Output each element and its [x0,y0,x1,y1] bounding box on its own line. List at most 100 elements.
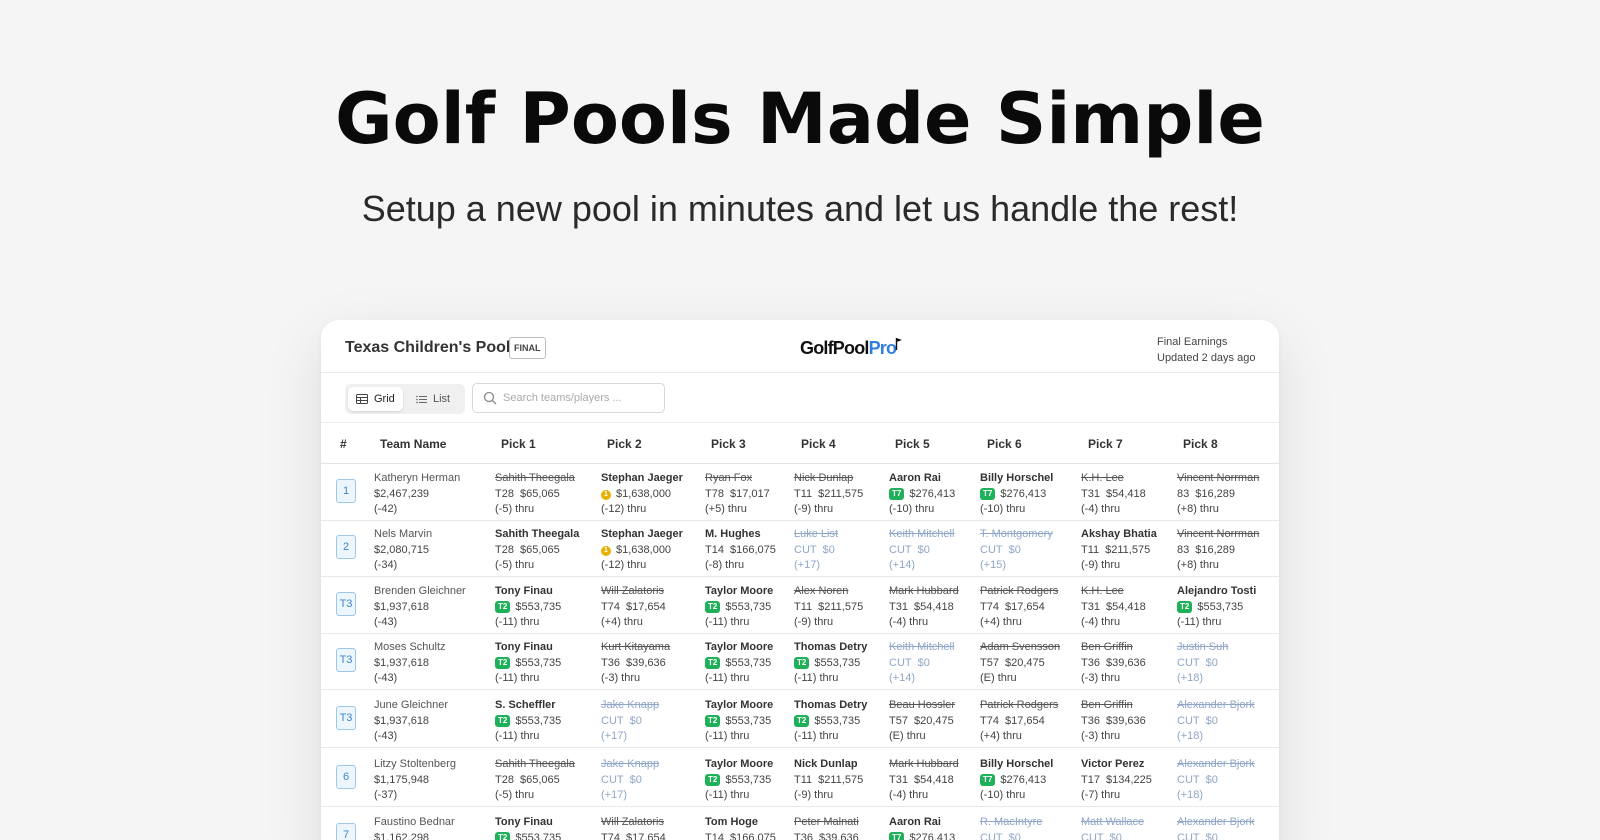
pick-cell[interactable]: Will Zalatoris T74 $17,654 [601,815,666,840]
pick-cell[interactable]: Aaron Rai T7 $276,413 [889,815,955,840]
pick-cell[interactable]: Ryan Fox T78 $17,017 (+5) thru [705,471,770,518]
pick-cell[interactable]: Stephan Jaeger 1 $1,638,000 (-12) thru [601,471,683,518]
pick-cell[interactable]: Alejandro Tosti T2 $553,735 (-11) thru [1177,584,1256,631]
pick-cell[interactable]: Alexander Bjork CUT $0 (+18) [1177,757,1255,804]
player-position: T28 [495,773,514,786]
player-position: CUT [794,543,817,556]
player-name: Beau Hossler [889,699,956,711]
col-pick-4[interactable]: Pick 4 [801,437,836,451]
pick-cell[interactable]: Justin Suh CUT $0 (+18) [1177,640,1228,687]
pick-cell[interactable]: Tom Hoge T14 $166,075 [705,815,776,840]
search-input[interactable] [503,388,658,408]
col-pick-7[interactable]: Pick 7 [1088,437,1123,451]
rank-badge: 7 [336,823,356,840]
team-cell[interactable]: Katheryn Herman $2,467,239 (-42) [374,471,460,518]
pick-cell[interactable]: Adam Svensson T57 $20,475 (E) thru [980,640,1060,687]
pick-cell[interactable]: Tony Finau T2 $553,735 (-11) thru [495,640,561,687]
pick-cell[interactable]: Keith Mitchell CUT $0 (+14) [889,527,954,574]
pick-cell[interactable]: Sahith Theegala T28 $65,065 (-5) thru [495,757,575,804]
pick-cell[interactable]: Kurt Kitayama T36 $39,636 (-3) thru [601,640,670,687]
player-name: Mark Hubbard [889,585,959,597]
pick-cell[interactable]: S. Scheffler T2 $553,735 (-11) thru [495,698,561,745]
grid-view-button[interactable]: Grid [348,387,403,411]
grid-label: Grid [374,393,395,405]
list-view-button[interactable]: List [408,387,458,411]
player-name: Mark Hubbard [889,758,959,770]
team-cell[interactable]: Faustino Bednar $1,162,298 [374,815,455,840]
pick-cell[interactable]: Ben Griffin T36 $39,636 (-3) thru [1081,640,1146,687]
pick-cell[interactable]: T. Montgomery CUT $0 (+15) [980,527,1053,574]
player-money: $553,735 [814,656,861,669]
player-money: $54,418 [913,773,954,786]
player-result: CUT $0 [1177,773,1255,789]
pick-cell[interactable]: Jake Knapp CUT $0 (+17) [601,757,659,804]
table-row[interactable]: 1 Katheryn Herman $2,467,239 (-42) Sahith Th… [321,464,1279,521]
pick-cell[interactable]: Victor Perez T17 $134,225 (-7) thru [1081,757,1152,804]
team-cell[interactable]: Litzy Stoltenberg $1,175,948 (-37) [374,757,456,804]
col-pick-6[interactable]: Pick 6 [987,437,1022,451]
pick-cell[interactable]: Sahith Theegala T28 $65,065 (-5) thru [495,471,575,518]
pick-cell[interactable]: Stephan Jaeger 1 $1,638,000 (-12) thru [601,527,683,574]
pick-cell[interactable]: Akshay Bhatia T11 $211,575 (-9) thru [1081,527,1157,574]
pick-cell[interactable]: Thomas Detry T2 $553,735 (-11) thru [794,640,867,687]
team-cell[interactable]: June Gleichner $1,937,618 (-43) [374,698,448,745]
pick-cell[interactable]: M. Hughes T14 $166,075 (-8) thru [705,527,776,574]
pick-cell[interactable]: Taylor Moore T2 $553,735 (-11) thru [705,640,773,687]
golfpoolpro-logo[interactable]: GolfPoolPro [800,338,903,359]
team-cell[interactable]: Brenden Gleichner $1,937,618 (-43) [374,584,466,631]
pick-cell[interactable]: Tony Finau T2 $553,735 [495,815,561,840]
pick-cell[interactable]: Taylor Moore T2 $553,735 (-11) thru [705,584,773,631]
col-pick-2[interactable]: Pick 2 [607,437,642,451]
pick-cell[interactable]: K.H. Lee T31 $54,418 (-4) thru [1081,471,1146,518]
table-row[interactable]: 6 Litzy Stoltenberg $1,175,948 (-37) Sahith … [321,750,1279,807]
pick-cell[interactable]: Nick Dunlap T11 $211,575 (-9) thru [794,471,863,518]
pick-cell[interactable]: Patrick Rodgers T74 $17,654 (+4) thru [980,584,1058,631]
pick-cell[interactable]: Beau Hossler T57 $20,475 (E) thru [889,698,955,745]
pick-cell[interactable]: Keith Mitchell CUT $0 (+14) [889,640,954,687]
pick-cell[interactable]: Vincent Norrman 83 $16,289 (+8) thru [1177,527,1259,574]
pick-cell[interactable]: Matt Wallace CUT $0 [1081,815,1144,840]
pick-cell[interactable]: Alex Noren T11 $211,575 (-9) thru [794,584,863,631]
player-name: Taylor Moore [705,758,774,770]
pick-cell[interactable]: Vincent Norrman 83 $16,289 (+8) thru [1177,471,1259,518]
pick-cell[interactable]: Aaron Rai T7 $276,413 (-10) thru [889,471,955,518]
pick-cell[interactable]: Taylor Moore T2 $553,735 (-11) thru [705,757,773,804]
col-pick-8[interactable]: Pick 8 [1183,437,1218,451]
team-name: Brenden Gleichner [374,585,466,597]
pick-cell[interactable]: Mark Hubbard T31 $54,418 (-4) thru [889,757,959,804]
pick-cell[interactable]: Alexander Bjork CUT $0 [1177,815,1255,840]
pick-cell[interactable]: Tony Finau T2 $553,735 (-11) thru [495,584,561,631]
pick-cell[interactable]: Peter Malnati T36 $39,636 [794,815,859,840]
pick-cell[interactable]: Taylor Moore T2 $553,735 (-11) thru [705,698,773,745]
table-row[interactable]: 7 Faustino Bednar $1,162,298 Tony Finau T2 $5… [321,808,1279,840]
pick-cell[interactable]: Mark Hubbard T31 $54,418 (-4) thru [889,584,959,631]
team-cell[interactable]: Moses Schultz $1,937,618 (-43) [374,640,446,687]
pick-cell[interactable]: Will Zalatoris T74 $17,654 (+4) thru [601,584,666,631]
team-cell[interactable]: Nels Marvin $2,080,715 (-34) [374,527,432,574]
pick-cell[interactable]: K.H. Lee T31 $54,418 (-4) thru [1081,584,1146,631]
pick-cell[interactable]: R. MacIntyre CUT $0 [980,815,1042,840]
col-pick-3[interactable]: Pick 3 [711,437,746,451]
table-row[interactable]: T3 Moses Schultz $1,937,618 (-43) Tony Finau… [321,633,1279,690]
pick-cell[interactable]: Billy Horschel T7 $276,413 (-10) thru [980,471,1053,518]
search-box[interactable] [472,383,665,413]
pick-cell[interactable]: Alexander Bjork CUT $0 (+18) [1177,698,1255,745]
pick-cell[interactable]: Patrick Rodgers T74 $17,654 (+4) thru [980,698,1058,745]
col-pick-5[interactable]: Pick 5 [895,437,930,451]
pick-cell[interactable]: Sahith Theegala T28 $65,065 (-5) thru [495,527,579,574]
player-result: T2 $553,735 [495,656,561,672]
col-pick-1[interactable]: Pick 1 [501,437,536,451]
player-name: Keith Mitchell [889,528,955,540]
col-team-name[interactable]: Team Name [380,437,446,451]
pick-cell[interactable]: Billy Horschel T7 $276,413 (-10) thru [980,757,1053,804]
pick-cell[interactable]: Luke List CUT $0 (+17) [794,527,838,574]
pick-cell[interactable]: Ben Griffin T36 $39,636 (-3) thru [1081,698,1146,745]
pick-cell[interactable]: Jake Knapp CUT $0 (+17) [601,698,659,745]
pick-cell[interactable]: Thomas Detry T2 $553,735 (-11) thru [794,698,867,745]
pick-cell[interactable]: Nick Dunlap T11 $211,575 (-9) thru [794,757,863,804]
player-position: CUT [601,714,624,727]
table-row[interactable]: T3 June Gleichner $1,937,618 (-43) S. Scheff… [321,691,1279,748]
col-rank[interactable]: # [340,437,347,451]
table-row[interactable]: T3 Brenden Gleichner $1,937,618 (-43) Tony F… [321,577,1279,634]
table-row[interactable]: 2 Nels Marvin $2,080,715 (-34) Sahith Theega… [321,520,1279,577]
